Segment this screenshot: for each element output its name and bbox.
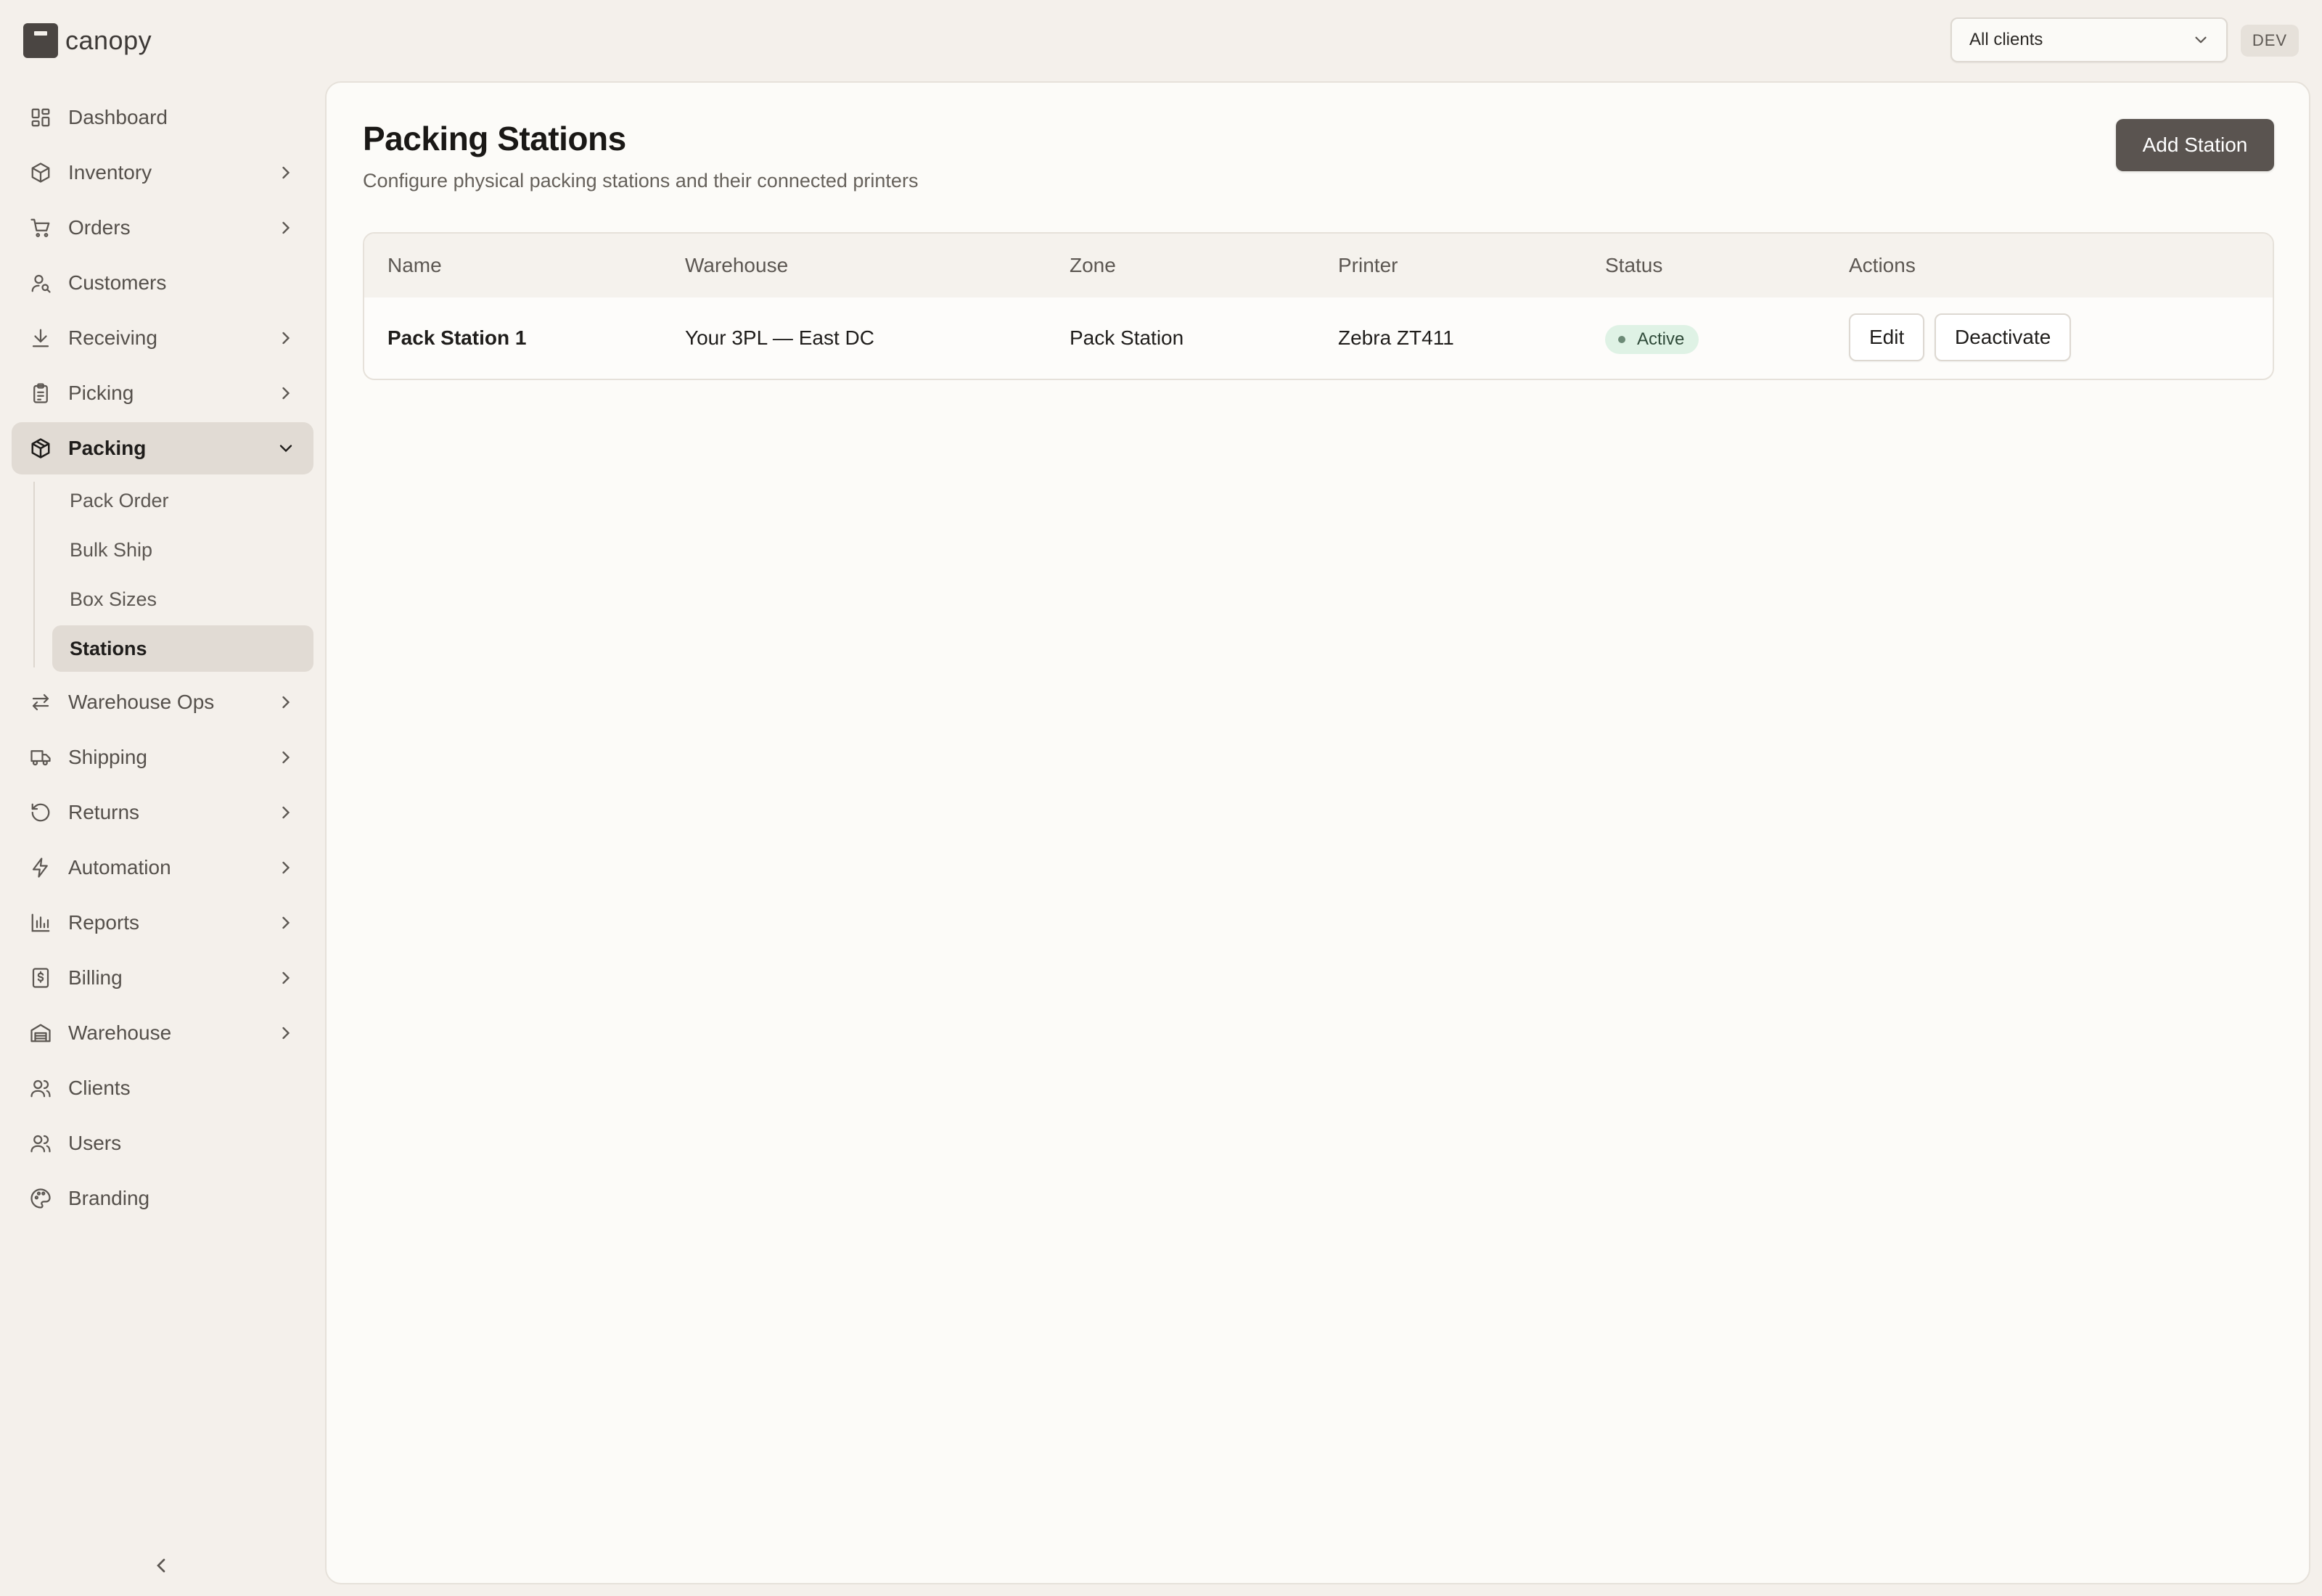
sidebar-subitem-bulk-ship[interactable]: Bulk Ship: [52, 527, 313, 573]
chevron-right-icon: [282, 916, 290, 929]
sidebar-item-users[interactable]: Users: [12, 1117, 313, 1169]
packing-submenu: Pack Order Bulk Ship Box Sizes Stations: [12, 477, 313, 672]
sidebar-item-returns[interactable]: Returns: [12, 786, 313, 839]
sidebar-item-orders[interactable]: Orders: [12, 202, 313, 254]
sidebar-item-picking[interactable]: Picking: [12, 367, 313, 419]
sidebar-item-warehouse-ops[interactable]: Warehouse Ops: [12, 676, 313, 728]
sidebar-item-label: Receiving: [68, 326, 157, 349]
sidebar-item-receiving[interactable]: Receiving: [12, 312, 313, 364]
user-search-icon: [29, 271, 52, 295]
station-warehouse: Your 3PL — East DC: [685, 326, 874, 349]
column-header-printer[interactable]: Printer: [1338, 254, 1398, 277]
sidebar-item-label: Customers: [68, 271, 167, 294]
sidebar-item-clients[interactable]: Clients: [12, 1062, 313, 1114]
sidebar-subitem-stations[interactable]: Stations: [52, 625, 313, 672]
add-station-button[interactable]: Add Station: [2116, 119, 2274, 171]
sidebar-item-inventory[interactable]: Inventory: [12, 147, 313, 199]
chevron-right-icon: [282, 166, 290, 179]
canopy-logo-icon: [23, 23, 58, 58]
table-header: Name Warehouse Zone Printer Status Actio…: [364, 234, 2273, 297]
users-icon: [29, 1077, 52, 1100]
arrows-icon: [29, 691, 52, 714]
download-icon: [29, 326, 52, 350]
users-icon: [29, 1132, 52, 1155]
column-header-zone[interactable]: Zone: [1070, 254, 1116, 277]
sidebar-subitem-box-sizes[interactable]: Box Sizes: [52, 576, 313, 622]
chevron-right-icon: [282, 332, 290, 345]
sidebar-item-shipping[interactable]: Shipping: [12, 731, 313, 783]
deactivate-button[interactable]: Deactivate: [1935, 313, 2072, 361]
chevron-right-icon: [282, 387, 290, 400]
chevron-down-icon: [279, 445, 292, 453]
chevron-right-icon: [282, 696, 290, 709]
chevron-right-icon: [282, 861, 290, 874]
chevron-down-icon: [2195, 36, 2207, 44]
truck-icon: [29, 746, 52, 769]
sidebar-item-label: Warehouse Ops: [68, 691, 215, 713]
chevron-right-icon: [282, 221, 290, 234]
bolt-icon: [29, 856, 52, 879]
sidebar-item-packing[interactable]: Packing: [12, 422, 313, 474]
sidebar: Dashboard Inventory Orders Customers Rec…: [12, 91, 313, 1227]
page-title: Packing Stations: [363, 120, 626, 157]
sidebar-item-label: Reports: [68, 911, 140, 934]
sidebar-item-dashboard[interactable]: Dashboard: [12, 91, 313, 144]
chevron-right-icon: [282, 971, 290, 984]
sidebar-item-branding[interactable]: Branding: [12, 1172, 313, 1225]
status-label: Active: [1637, 329, 1685, 349]
client-select[interactable]: All clients: [1950, 17, 2228, 62]
sidebar-item-label: Inventory: [68, 161, 152, 184]
status-badge: Active: [1605, 325, 1699, 354]
rotate-icon: [29, 801, 52, 824]
palette-icon: [29, 1187, 52, 1210]
client-select-value: All clients: [1969, 30, 2043, 49]
sidebar-item-label: Warehouse: [68, 1021, 172, 1044]
stations-table: Name Warehouse Zone Printer Status Actio…: [363, 232, 2274, 380]
station-name: Pack Station 1: [387, 326, 527, 349]
app-logo[interactable]: canopy: [23, 23, 152, 58]
station-zone: Pack Station: [1070, 326, 1184, 349]
chevron-right-icon: [282, 1027, 290, 1040]
edit-button[interactable]: Edit: [1849, 313, 1925, 361]
clipboard-icon: [29, 382, 52, 405]
column-header-name[interactable]: Name: [387, 254, 442, 277]
package-icon: [29, 437, 52, 460]
page-subtitle: Configure physical packing stations and …: [363, 170, 919, 192]
dashboard-icon: [29, 106, 52, 129]
sidebar-item-label: Returns: [68, 801, 140, 823]
sidebar-item-billing[interactable]: Billing: [12, 952, 313, 1004]
collapse-sidebar-icon[interactable]: [149, 1554, 173, 1577]
sidebar-item-label: Billing: [68, 966, 123, 989]
warehouse-icon: [29, 1021, 52, 1045]
sidebar-item-customers[interactable]: Customers: [12, 257, 313, 309]
sidebar-item-label: Shipping: [68, 746, 147, 768]
receipt-icon: [29, 966, 52, 990]
sidebar-item-label: Orders: [68, 216, 131, 239]
table-row: Pack Station 1 Your 3PL — East DC Pack S…: [364, 297, 2273, 379]
sidebar-item-label: Automation: [68, 856, 171, 879]
column-header-actions: Actions: [1849, 254, 1916, 276]
sidebar-item-warehouse[interactable]: Warehouse: [12, 1007, 313, 1059]
sidebar-item-label: Branding: [68, 1187, 150, 1209]
status-dot-icon: [1618, 336, 1625, 343]
sidebar-subitem-pack-order[interactable]: Pack Order: [52, 477, 313, 524]
main-panel: Packing Stations Configure physical pack…: [325, 81, 2310, 1584]
sidebar-item-automation[interactable]: Automation: [12, 842, 313, 894]
box-icon: [29, 161, 52, 184]
bar-chart-icon: [29, 911, 52, 934]
column-header-warehouse[interactable]: Warehouse: [685, 254, 788, 277]
sidebar-item-label: Packing: [68, 437, 147, 459]
env-badge: DEV: [2241, 25, 2299, 57]
cart-icon: [29, 216, 52, 239]
sidebar-item-label: Users: [68, 1132, 122, 1154]
column-header-status[interactable]: Status: [1605, 254, 1662, 277]
sidebar-item-label: Clients: [68, 1077, 131, 1099]
app-name: canopy: [65, 25, 152, 55]
sidebar-item-reports[interactable]: Reports: [12, 897, 313, 949]
sidebar-item-label: Dashboard: [68, 106, 168, 128]
chevron-right-icon: [282, 751, 290, 764]
chevron-right-icon: [282, 806, 290, 819]
sidebar-item-label: Picking: [68, 382, 134, 404]
station-printer: Zebra ZT411: [1338, 326, 1454, 349]
